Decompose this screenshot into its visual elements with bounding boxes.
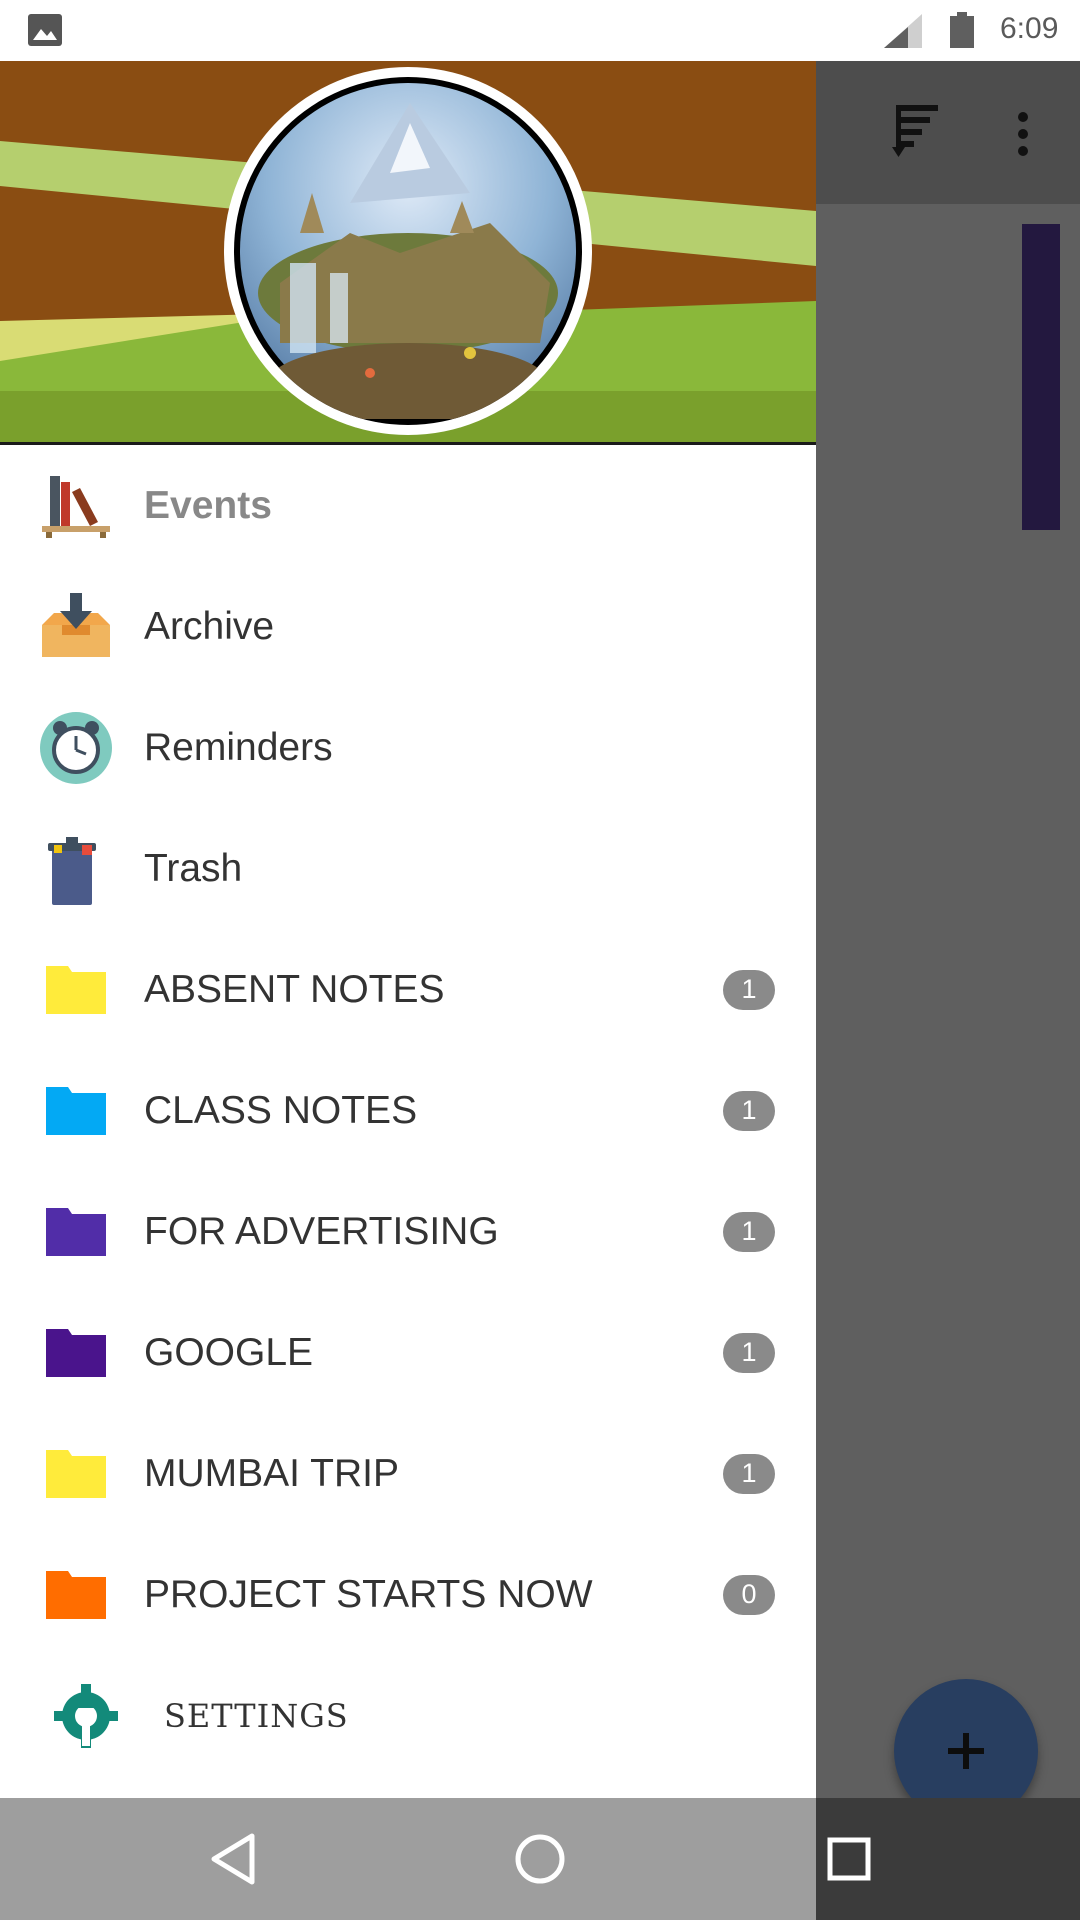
drawer-header xyxy=(0,61,816,445)
drawer-item-label: Archive xyxy=(144,604,275,648)
folder-icon xyxy=(46,965,106,1014)
image-notification-icon xyxy=(28,14,62,46)
category-label: MUMBAI TRIP xyxy=(144,1451,399,1495)
note-card-edge[interactable] xyxy=(1022,224,1060,530)
folder-icon xyxy=(46,1328,106,1377)
fantasy-landscape-image xyxy=(240,83,576,419)
note-count-badge: 1 xyxy=(723,1332,775,1373)
drawer-item-settings[interactable]: SETTINGS xyxy=(0,1655,816,1776)
category-label: CLASS NOTES xyxy=(144,1088,418,1132)
signal-icon xyxy=(884,14,922,48)
trash-bin-icon xyxy=(48,836,96,905)
folder-icon xyxy=(46,1449,106,1498)
avatar-image-frame xyxy=(234,77,582,425)
category-label: ABSENT NOTES xyxy=(144,967,445,1011)
category-absent-notes[interactable]: ABSENT NOTES 1 xyxy=(0,929,816,1050)
sort-icon[interactable] xyxy=(892,105,940,157)
drawer-menu: Events Archive Reminders Trash ABSENT NO… xyxy=(0,445,816,1776)
more-options-icon[interactable] xyxy=(1012,111,1034,157)
category-label: GOOGLE xyxy=(144,1330,314,1374)
folder-icon xyxy=(46,1570,106,1619)
plus-icon xyxy=(948,1733,984,1769)
gear-wrench-icon xyxy=(54,1683,118,1748)
folder-icon xyxy=(46,1207,106,1256)
category-label: FOR ADVERTISING xyxy=(144,1209,499,1253)
settings-label: SETTINGS xyxy=(164,1696,349,1735)
category-project-starts-now[interactable]: PROJECT STARTS NOW 0 xyxy=(0,1534,816,1655)
drawer-item-events[interactable]: Events xyxy=(0,445,816,566)
note-count-badge: 1 xyxy=(723,1211,775,1252)
note-count-badge: 1 xyxy=(723,1090,775,1131)
drawer-item-reminders[interactable]: Reminders xyxy=(0,687,816,808)
drawer-item-trash[interactable]: Trash xyxy=(0,808,816,929)
category-label: PROJECT STARTS NOW xyxy=(144,1572,593,1616)
folder-icon xyxy=(46,1086,106,1135)
drawer-item-archive[interactable]: Archive xyxy=(0,566,816,687)
alarm-clock-icon xyxy=(40,711,112,784)
drawer-item-label: Reminders xyxy=(144,725,333,769)
home-icon[interactable] xyxy=(509,1828,571,1890)
note-count-badge: 1 xyxy=(723,969,775,1010)
category-for-advertising[interactable]: FOR ADVERTISING 1 xyxy=(0,1171,816,1292)
navigation-drawer: Events Archive Reminders Trash ABSENT NO… xyxy=(0,61,816,1798)
category-class-notes[interactable]: CLASS NOTES 1 xyxy=(0,1050,816,1171)
nav-bar-drawer-section xyxy=(0,1798,816,1920)
back-icon[interactable] xyxy=(202,1828,264,1890)
system-navigation-bar xyxy=(0,1798,1080,1920)
profile-avatar[interactable] xyxy=(224,67,592,435)
drawer-item-label: Trash xyxy=(144,846,243,890)
note-count-badge: 1 xyxy=(723,1453,775,1494)
battery-icon xyxy=(950,12,974,48)
category-google[interactable]: GOOGLE 1 xyxy=(0,1292,816,1413)
bookshelf-icon xyxy=(42,475,110,538)
status-bar: 6:09 xyxy=(0,0,1080,61)
clock: 6:09 xyxy=(1000,12,1059,45)
drawer-item-label: Events xyxy=(144,483,272,527)
archive-box-icon xyxy=(42,592,110,657)
category-mumbai-trip[interactable]: MUMBAI TRIP 1 xyxy=(0,1413,816,1534)
recents-icon[interactable] xyxy=(818,1828,880,1890)
note-count-badge: 0 xyxy=(723,1574,775,1615)
